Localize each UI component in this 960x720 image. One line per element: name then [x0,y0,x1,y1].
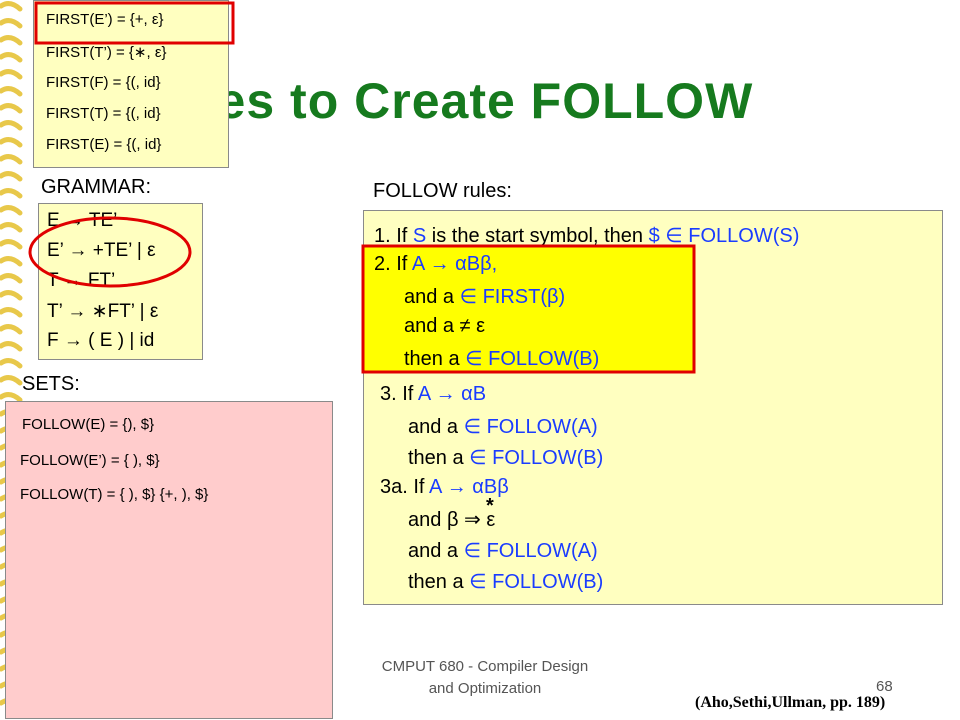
rule-2: 2. If A → αBβ, [374,253,498,275]
binder-coil [0,205,23,216]
grammar-rule: T’ → ∗FT’ | ε [47,301,159,322]
binder-coil [0,307,23,318]
binder-coil [0,52,23,63]
first-set-line: FIRST(T) = {(, id} [46,105,161,122]
binder-coil [0,392,23,403]
binder-coil [0,69,23,80]
sets-heading: SETS: [22,373,80,395]
binder-coil [0,137,23,148]
binder-coil [0,188,23,199]
rule-3-line: and a ∈ FOLLOW(A) [408,416,598,438]
rule-2-line: then a ∈ FOLLOW(B) [404,348,600,370]
sets-box: FOLLOW(E) = {), $} FOLLOW(E’) = { ), $} … [5,401,333,719]
footer-course: CMPUT 680 - Compiler Design and Optimiza… [381,658,589,697]
binder-coil [0,273,23,284]
follow-set-line: FOLLOW(E’) = { ), $} [20,452,160,469]
grammar-heading: GRAMMAR: [41,176,151,198]
binder-coil [0,120,23,131]
rule-3a-line: and β ⇒ ε [408,509,496,531]
first-sets-box: FIRST(E’) = {+, ε} FIRST(T’) = {∗, ε} FI… [33,0,229,168]
rule-3a-line: and a ∈ FOLLOW(A) [408,540,598,562]
binder-coil [0,86,23,97]
page-number: 68 [876,678,893,695]
rules-box: 1. If S is the start symbol, then $ ∈ FO… [363,210,943,605]
first-set-line: FIRST(E) = {(, id} [46,136,162,153]
binder-coil [0,18,23,29]
first-set-line: FIRST(F) = {(, id} [46,74,161,91]
rule-2-line: and a ≠ ε [404,315,486,337]
grammar-rule: T → FT’ [47,270,116,291]
grammar-rule: E’ → +TE’ | ε [47,240,156,261]
grammar-rule: E → TE’ [47,210,118,231]
first-set-line: FIRST(T’) = {∗, ε} [46,44,167,61]
binder-coil [0,324,23,335]
rules-heading: FOLLOW rules: [373,180,512,202]
first-set-line: FIRST(E’) = {+, ε} [46,11,164,28]
citation: (Aho,Sethi,Ullman, pp. 189) [695,694,886,711]
follow-set-line: FOLLOW(T) = { ), $} {+, ), $} [20,486,209,503]
rule-2-line: and a ∈ FIRST(β) [404,286,566,308]
binder-coil [0,375,23,386]
rule-1: 1. If S is the start symbol, then $ ∈ FO… [374,225,800,247]
follow-set-line: FOLLOW(E) = {), $} [22,416,155,433]
binder-coil [0,154,23,165]
rule-3: 3. If A → αB [380,383,487,405]
grammar-box: E → TE’ E’ → +TE’ | ε T → FT’ T’ → ∗FT’ … [38,203,203,360]
binder-coil [0,171,23,182]
grammar-rule: F → ( E ) | id [47,330,155,351]
binder-coil [0,239,23,250]
binder-coil [0,256,23,267]
binder-coil [0,290,23,301]
binder-coil [0,222,23,233]
binder-coil [0,1,23,12]
binder-coil [0,35,23,46]
binder-coil [0,103,23,114]
binder-coil [0,358,23,369]
binder-coil [0,341,23,352]
rule-3a-line: then a ∈ FOLLOW(B) [408,571,604,593]
rule-3-line: then a ∈ FOLLOW(B) [408,447,604,469]
